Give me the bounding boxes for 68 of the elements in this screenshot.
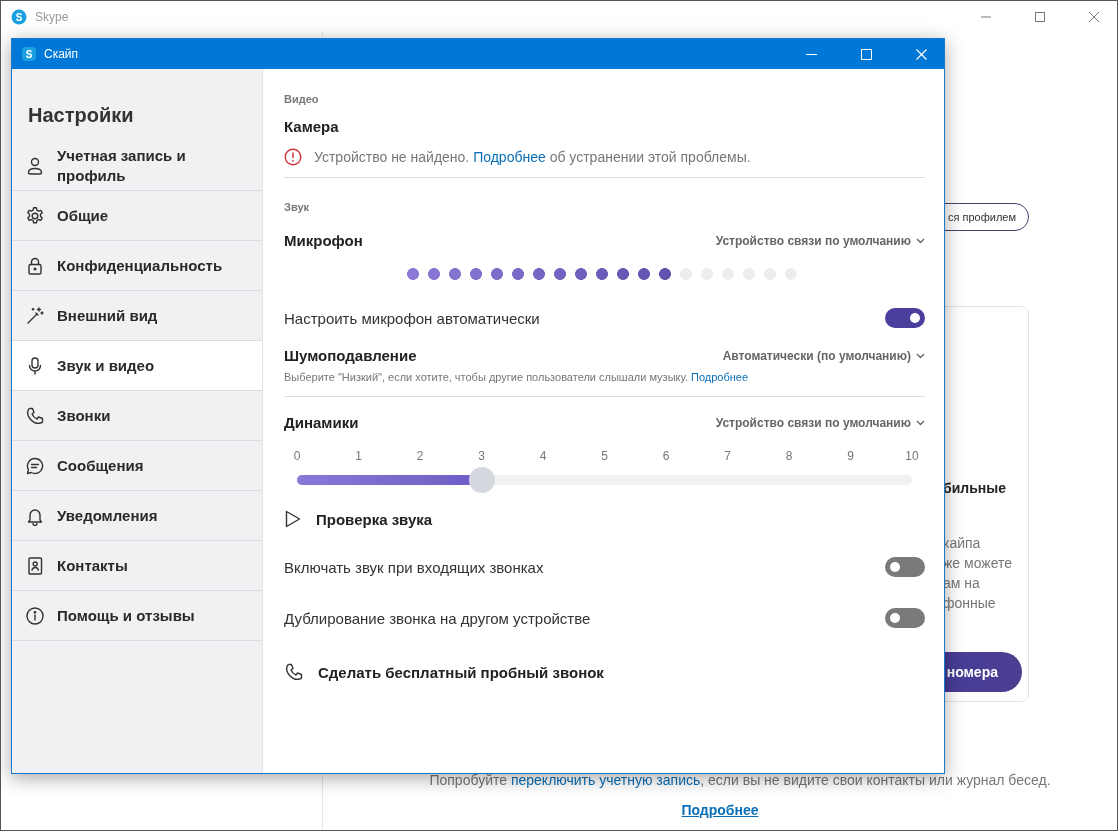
maximize-icon[interactable] <box>1034 10 1046 23</box>
chevron-down-icon <box>916 238 925 244</box>
scale-label: 5 <box>600 449 609 463</box>
section-heading: Видео <box>284 92 320 107</box>
scale-label: 4 <box>538 449 548 463</box>
skype-logo-icon: S <box>22 47 36 61</box>
magic-wand-icon <box>25 305 45 326</box>
setting-label: Включать звук при входящих звонках <box>284 558 544 576</box>
scale-label: 2 <box>415 449 425 463</box>
error-icon <box>284 148 302 166</box>
contact-book-icon <box>25 555 45 576</box>
setting-label: Настроить микрофон автоматически <box>284 309 540 327</box>
sidebar-item[interactable]: Конфиденциальность <box>12 241 262 291</box>
toggle-switch[interactable] <box>885 608 925 628</box>
lock-icon <box>25 255 45 276</box>
person-icon <box>25 155 45 176</box>
chevron-down-icon <box>916 353 925 359</box>
info-icon <box>25 605 45 626</box>
hint-text: Выберите "Низкий", если хотите, чтобы другие пользователи слышали музыку. Подробнее <box>284 370 750 384</box>
scale-label: 8 <box>784 449 794 463</box>
skype-logo-icon: S <box>11 8 27 25</box>
sidebar-item[interactable]: Звонки <box>12 391 262 441</box>
card-title: бильные <box>943 479 1007 497</box>
scale-label: 7 <box>723 449 732 463</box>
test-call-link[interactable]: Сделать бесплатный пробный звонок <box>318 663 604 681</box>
sidebar-item[interactable]: Звук и видео <box>12 341 262 391</box>
scale-label: 0 <box>292 449 302 463</box>
more-link[interactable]: Подробнее <box>681 802 759 818</box>
slider-thumb[interactable] <box>468 467 495 493</box>
window-title: Skype <box>35 9 69 24</box>
toggle-switch[interactable] <box>885 557 925 577</box>
scale-label: 10 <box>904 449 920 463</box>
sidebar-item[interactable]: Общие <box>12 191 262 241</box>
noise-suppression-label: Шумоподавление <box>284 346 417 366</box>
section-heading: Звук <box>284 200 310 215</box>
microphone-dropdown[interactable]: Устройство связи по умолчанию <box>715 234 925 248</box>
sidebar-item[interactable]: Сообщения <box>12 441 262 491</box>
phone-icon <box>284 662 304 682</box>
card-text: фонные <box>943 594 997 613</box>
slider-track[interactable] <box>297 475 912 485</box>
camera-label: Камера <box>284 117 340 137</box>
account-hint: Попробуйте переключить учетную запись, если вы не видите свои контакты или журнал бесед. <box>428 772 1051 788</box>
microphone-label: Микрофон <box>284 231 363 251</box>
scale-label: 9 <box>846 449 855 463</box>
chevron-down-icon <box>916 420 925 426</box>
more-link[interactable]: Подробнее <box>691 371 749 383</box>
chat-bubble-icon <box>25 455 45 476</box>
scale-label: 1 <box>354 449 363 463</box>
settings-icon <box>25 205 45 226</box>
speakers-dropdown[interactable]: Устройство связи по умолчанию <box>715 416 925 430</box>
speakers-label: Динамики <box>284 413 359 433</box>
sidebar-item[interactable]: Помощь и отзывы <box>12 591 262 641</box>
dialog-title: Скайп <box>44 47 79 61</box>
sidebar-item[interactable]: Уведомления <box>12 491 262 541</box>
sidebar-item[interactable]: Контакты <box>12 541 262 591</box>
noise-dropdown[interactable]: Автоматически (по умолчанию) <box>722 349 925 363</box>
test-sound-link[interactable]: Проверка звука <box>316 510 433 528</box>
setting-label: Дублирование звонка на другом устройстве <box>284 609 591 627</box>
more-link[interactable]: Подробнее <box>473 149 546 165</box>
toggle-switch[interactable] <box>885 308 925 328</box>
settings-heading: Настройки <box>27 103 135 128</box>
phone-icon <box>25 405 45 426</box>
sidebar-item[interactable]: Учетная запись и профиль <box>12 141 262 191</box>
error-message: Устройство не найдено. Подробнее об устранении этой проблемы. <box>314 149 751 165</box>
scale-label: 3 <box>477 449 486 463</box>
scale-label: 6 <box>661 449 671 463</box>
play-icon <box>284 509 302 529</box>
close-icon[interactable] <box>1088 10 1100 23</box>
